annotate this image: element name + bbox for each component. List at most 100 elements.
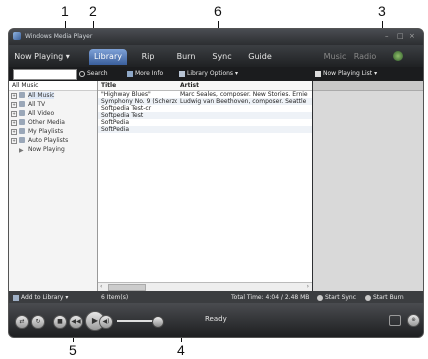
maximize-icon[interactable]: □	[397, 32, 404, 40]
expand-icon[interactable]: +	[11, 120, 17, 126]
tab-guide[interactable]: Guide	[245, 49, 275, 65]
minimize-icon[interactable]: –	[385, 32, 389, 40]
total-time: Total Time: 4:04 / 2.48 MB	[231, 294, 310, 301]
close-icon[interactable]: ×	[409, 32, 415, 40]
start-sync-button[interactable]: Start Sync	[317, 294, 356, 301]
tree-item-label: All TV	[28, 101, 46, 108]
library-icon	[179, 70, 185, 77]
callout-5: 5	[69, 342, 77, 358]
search-icon	[79, 70, 85, 77]
add-icon	[13, 294, 19, 301]
tree-item-label: All Video	[28, 110, 55, 117]
column-title[interactable]: Title	[101, 81, 116, 90]
start-burn-label: Start Burn	[373, 294, 404, 301]
tree-item-my-playlists[interactable]: + My Playlists	[9, 127, 97, 136]
auto-playlist-icon	[19, 137, 25, 143]
expand-icon[interactable]: +	[11, 129, 17, 135]
now-playing-list-button[interactable]: Now Playing List ▾	[315, 70, 377, 77]
shuffle-icon[interactable]: ⇄	[15, 315, 29, 329]
expand-icon[interactable]: +	[11, 102, 17, 108]
tree-item-all-tv[interactable]: + All TV	[9, 100, 97, 109]
expand-icon[interactable]: +	[11, 111, 17, 117]
tab-bar: Now Playing ▾ Library Rip Burn Sync Guid…	[9, 45, 423, 67]
mute-icon[interactable]: ◀)	[99, 315, 113, 329]
tab-radio[interactable]: Radio	[353, 49, 377, 65]
switch-to-skin-icon[interactable]	[389, 315, 401, 326]
track-list-pane: Title Artist "Highway Blues" Marc Seales,…	[98, 81, 312, 291]
table-row[interactable]: Softpedia Test-cr	[98, 105, 312, 112]
start-burn-button[interactable]: Start Burn	[365, 294, 404, 301]
full-screen-icon[interactable]: ⊕	[407, 314, 420, 327]
tab-now-playing-label: Now Playing	[14, 52, 64, 61]
tree-item-all-music[interactable]: + All Music	[9, 91, 97, 100]
table-row[interactable]: Softpedia Test	[98, 112, 312, 119]
tab-burn[interactable]: Burn	[171, 49, 201, 65]
title-bar: Windows Media Player – □ ×	[9, 29, 423, 45]
search-button[interactable]: Search	[79, 70, 108, 77]
playback-controls: ⇄ ↻ ■ ◀◀ ▶ ◀) Ready ⊕	[9, 303, 423, 337]
column-header: Title Artist	[98, 81, 312, 91]
cell-artist: Marc Seales, composer. New Stories. Erni…	[180, 91, 308, 98]
video-icon	[19, 110, 25, 116]
tree-item-other-media[interactable]: + Other Media	[9, 118, 97, 127]
sync-icon	[317, 294, 323, 301]
tree-item-label: Now Playing	[28, 146, 65, 153]
media-icon	[19, 119, 25, 125]
window-title: Windows Media Player	[25, 33, 93, 40]
player-status: Ready	[205, 315, 227, 323]
callout-3: 3	[378, 3, 386, 19]
cell-title: "Highway Blues"	[101, 91, 151, 98]
tree-item-all-video[interactable]: + All Video	[9, 109, 97, 118]
cell-title: Softpedia Test	[101, 112, 144, 119]
media-guide-icon[interactable]	[393, 51, 403, 61]
tree-item-label: My Playlists	[28, 128, 64, 135]
tab-sync[interactable]: Sync	[207, 49, 237, 65]
callout-4: 4	[177, 342, 185, 358]
more-info-button[interactable]: More Info	[127, 70, 163, 77]
tree-item-now-playing[interactable]: ▶ Now Playing	[9, 145, 97, 154]
tree-item-label: Other Media	[28, 119, 65, 126]
table-row[interactable]: "Highway Blues" Marc Seales, composer. Ne…	[98, 91, 312, 98]
scrollbar-thumb[interactable]	[108, 284, 146, 291]
table-row[interactable]: Symphony No. 9 (Scherzo) Ludwig van Beeth…	[98, 98, 312, 105]
previous-icon[interactable]: ◀◀	[69, 315, 83, 329]
tree-item-label: Auto Playlists	[28, 137, 69, 144]
expand-icon[interactable]: +	[11, 93, 17, 99]
library-tree-pane: All Music + All Music + All TV + All Video …	[9, 81, 98, 291]
play-icon: ▶	[19, 147, 24, 154]
horizontal-scrollbar[interactable]: ‹ ›	[98, 282, 312, 291]
add-to-library-label: Add to Library	[21, 294, 64, 301]
scroll-left-icon[interactable]: ‹	[100, 283, 102, 290]
search-input[interactable]	[13, 69, 77, 80]
tree-item-auto-playlists[interactable]: + Auto Playlists	[9, 136, 97, 145]
track-rows: "Highway Blues" Marc Seales, composer. Ne…	[98, 91, 312, 133]
now-playing-list-label: Now Playing List	[323, 70, 373, 77]
tab-music[interactable]: Music	[321, 49, 349, 65]
status-bar: Add to Library ▾ 6 Item(s) Total Time: 4…	[9, 291, 423, 303]
expand-icon[interactable]: +	[11, 138, 17, 144]
table-row[interactable]: SoftPedia	[98, 119, 312, 126]
add-to-library-button[interactable]: Add to Library ▾	[13, 294, 68, 301]
playlist-icon	[19, 128, 25, 134]
media-player-window: Windows Media Player – □ × Now Playing ▾…	[8, 28, 424, 338]
cell-title: Softpedia Test-cr	[101, 105, 152, 112]
repeat-icon[interactable]: ↻	[31, 315, 45, 329]
more-info-label: More Info	[135, 70, 164, 77]
cell-title: SoftPedia	[101, 126, 130, 133]
scroll-right-icon[interactable]: ›	[307, 283, 309, 290]
tab-rip[interactable]: Rip	[133, 49, 163, 65]
table-row[interactable]: SoftPedia	[98, 126, 312, 133]
stop-icon[interactable]: ■	[53, 315, 67, 329]
item-count: 6 Item(s)	[101, 294, 129, 301]
library-options-label: Library Options	[187, 70, 234, 77]
cell-title: Symphony No. 9 (Scherzo)	[101, 98, 177, 105]
tab-library[interactable]: Library	[89, 49, 127, 65]
cell-title: SoftPedia	[101, 119, 130, 126]
search-label: Search	[87, 70, 108, 77]
volume-knob[interactable]	[152, 316, 164, 328]
tree-header: All Music	[9, 81, 97, 91]
tab-now-playing[interactable]: Now Playing ▾	[11, 49, 73, 65]
column-artist[interactable]: Artist	[180, 81, 199, 90]
chevron-down-icon[interactable]: ▾	[66, 52, 70, 61]
library-options-button[interactable]: Library Options ▾	[179, 70, 238, 77]
